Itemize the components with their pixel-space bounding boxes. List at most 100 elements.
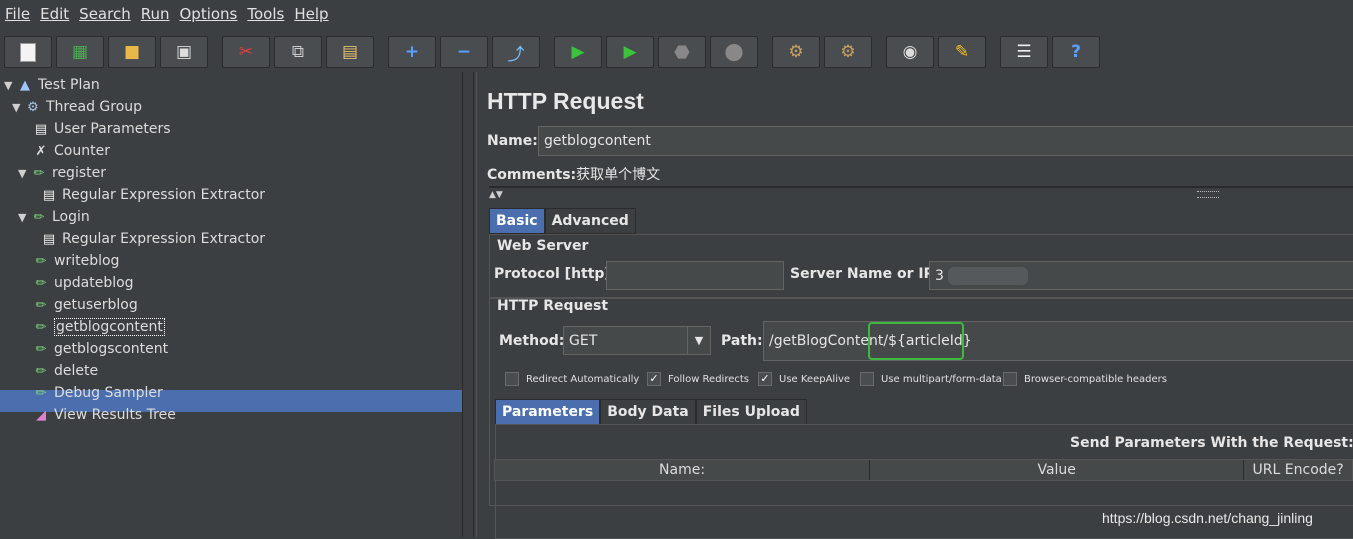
- open-icon[interactable]: ■: [108, 36, 156, 68]
- path-field[interactable]: /getBlogContent/${articleId}: [763, 321, 1353, 361]
- tree-item-regex-extractor-1[interactable]: ▤ Regular Expression Extractor: [40, 184, 265, 206]
- tree-item-debug-sampler[interactable]: ✏ Debug Sampler: [32, 382, 163, 404]
- annotation-highlight-box: [868, 322, 964, 360]
- paste-icon[interactable]: ▤: [326, 36, 374, 68]
- tree-label: Counter: [54, 143, 110, 159]
- document-icon: ▤: [34, 121, 48, 137]
- menu-search[interactable]: Search: [75, 5, 135, 23]
- reset-search-icon[interactable]: ✎: [938, 36, 986, 68]
- tree-item-regex-extractor-2[interactable]: ▤ Regular Expression Extractor: [40, 228, 265, 250]
- column-value[interactable]: Value: [870, 460, 1245, 480]
- drag-handle-icon[interactable]: [1197, 191, 1219, 198]
- method-select[interactable]: GET ▼: [563, 326, 711, 355]
- expand-arrow-icon[interactable]: ▼: [18, 211, 30, 224]
- toggle-icon[interactable]: ⤴: [492, 36, 540, 68]
- server-field[interactable]: 3: [929, 261, 1353, 290]
- protocol-field[interactable]: [606, 261, 784, 290]
- menu-help[interactable]: Help: [290, 5, 332, 23]
- tree-item-writeblog[interactable]: ✏ writeblog: [32, 250, 120, 272]
- checkbox-label: Follow Redirects: [668, 373, 749, 385]
- menu-options[interactable]: Options: [175, 5, 241, 23]
- tree-item-counter[interactable]: ✗ Counter: [32, 140, 110, 162]
- chart-icon: ◢: [36, 407, 46, 423]
- document-icon: ▤: [42, 231, 56, 247]
- checkbox-follow-redirects[interactable]: ✓ Follow Redirects: [647, 372, 749, 386]
- stop-icon[interactable]: ⬣: [658, 36, 706, 68]
- tab-advanced[interactable]: Advanced: [544, 208, 636, 234]
- tree-item-thread-group[interactable]: ▼ ⚙ Thread Group: [12, 96, 142, 118]
- expand-icon[interactable]: +: [388, 36, 436, 68]
- toolbar: ▦ ■ ▣ ✂ ⧉ ▤ + − ⤴ ▶ ▶ ⬣ ⬤ ⚙ ⚙ ◉ ✎ ☰ ?: [0, 33, 1353, 69]
- split-pane-divider[interactable]: [462, 72, 474, 537]
- templates-icon[interactable]: ▦: [56, 36, 104, 68]
- tree-item-getblogscontent[interactable]: ✏ getblogscontent: [32, 338, 169, 360]
- tab-body-data[interactable]: Body Data: [600, 399, 696, 425]
- tab-basic[interactable]: Basic: [489, 208, 545, 234]
- tree-label: User Parameters: [54, 121, 171, 137]
- menu-bar: File Edit Search Run Options Tools Help: [0, 0, 1353, 28]
- tab-files-upload[interactable]: Files Upload: [695, 399, 807, 425]
- checkbox-redirect-automatically[interactable]: Redirect Automatically: [505, 372, 639, 386]
- start-icon[interactable]: ▶: [554, 36, 602, 68]
- checkbox-box: [1003, 372, 1017, 386]
- tree-label: delete: [54, 363, 99, 379]
- menu-run[interactable]: Run: [137, 5, 174, 23]
- expand-arrow-icon[interactable]: ▼: [18, 167, 30, 180]
- pipette-icon: ✏: [35, 363, 47, 379]
- pipette-icon: ✏: [35, 385, 47, 401]
- tree-item-register[interactable]: ▼ ✏ register: [18, 162, 106, 184]
- clear-all-icon[interactable]: ⚙: [824, 36, 872, 68]
- pipette-icon: ✏: [35, 275, 47, 291]
- checkbox-label: Use multipart/form-data: [881, 373, 1002, 385]
- flask-icon: ▲: [20, 77, 30, 93]
- save-icon[interactable]: ▣: [160, 36, 208, 68]
- copy-icon[interactable]: ⧉: [274, 36, 322, 68]
- tree-item-view-results-tree[interactable]: ◢ View Results Tree: [32, 404, 176, 426]
- tree-label: Login: [52, 209, 90, 225]
- name-field[interactable]: getblogcontent: [538, 126, 1353, 156]
- checkbox-browser-compatible[interactable]: Browser-compatible headers: [1003, 372, 1167, 386]
- tree-label: Regular Expression Extractor: [62, 231, 266, 247]
- tree-label: Regular Expression Extractor: [62, 187, 266, 203]
- tab-parameters[interactable]: Parameters: [495, 399, 601, 425]
- name-label: Name:: [487, 133, 538, 149]
- expand-arrow-icon[interactable]: ▼: [12, 101, 24, 114]
- checkbox-multipart[interactable]: Use multipart/form-data: [860, 372, 1002, 386]
- tree-item-login[interactable]: ▼ ✏ Login: [18, 206, 90, 228]
- collapse-arrows-icon[interactable]: ▲▼: [489, 190, 503, 200]
- menu-edit[interactable]: Edit: [36, 5, 73, 23]
- web-server-title: Web Server: [497, 238, 589, 254]
- tree-item-getblogcontent[interactable]: ✏ getblogcontent: [32, 316, 165, 338]
- shutdown-icon[interactable]: ⬤: [710, 36, 758, 68]
- expand-arrow-icon[interactable]: ▼: [4, 79, 16, 92]
- parameters-table-header: Name: Value URL Encode?: [494, 459, 1353, 481]
- watermark: https://blog.csdn.net/chang_jinling: [1102, 510, 1313, 526]
- search-icon[interactable]: ◉: [886, 36, 934, 68]
- chevron-down-icon[interactable]: ▼: [687, 327, 710, 354]
- help-icon[interactable]: ?: [1052, 36, 1100, 68]
- protocol-label: Protocol [http]:: [494, 266, 617, 282]
- checkbox-use-keepalive[interactable]: ✓ Use KeepAlive: [758, 372, 850, 386]
- tree-item-delete[interactable]: ✏ delete: [32, 360, 99, 382]
- clear-icon[interactable]: ⚙: [772, 36, 820, 68]
- start-no-pauses-icon[interactable]: ▶: [606, 36, 654, 68]
- checkbox-box: [505, 372, 519, 386]
- comments-value[interactable]: 获取单个博文: [576, 167, 660, 183]
- menu-file[interactable]: File: [1, 5, 34, 23]
- column-url-encode[interactable]: URL Encode?: [1244, 460, 1352, 480]
- server-label: Server Name or IP:: [790, 266, 940, 282]
- check-icon: ✓: [647, 372, 661, 386]
- column-name[interactable]: Name:: [495, 460, 871, 480]
- comments-label: Comments:获取单个博文: [487, 164, 660, 184]
- cut-icon[interactable]: ✂: [222, 36, 270, 68]
- collapse-icon[interactable]: −: [440, 36, 488, 68]
- tree-item-updateblog[interactable]: ✏ updateblog: [32, 272, 134, 294]
- menu-tools[interactable]: Tools: [243, 5, 288, 23]
- pipette-icon: ✏: [35, 253, 47, 269]
- new-icon[interactable]: [4, 36, 52, 68]
- checkbox-box: [860, 372, 874, 386]
- tree-item-user-parameters[interactable]: ▤ User Parameters: [32, 118, 171, 140]
- function-helper-icon[interactable]: ☰: [1000, 36, 1048, 68]
- tree-item-getuserblog[interactable]: ✏ getuserblog: [32, 294, 138, 316]
- tree-item-test-plan[interactable]: ▼ ▲ Test Plan: [4, 74, 100, 96]
